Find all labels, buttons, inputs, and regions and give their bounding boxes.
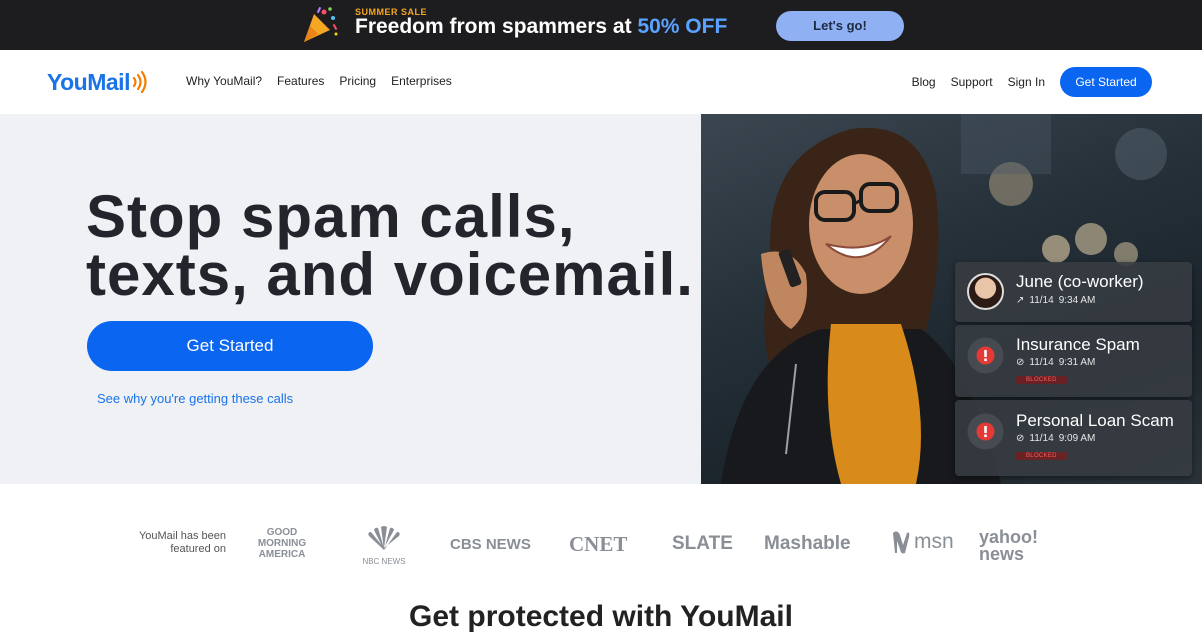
press-label: YouMail has been featured on — [130, 530, 226, 556]
call-card-time: 9:34 AM — [1058, 295, 1096, 306]
call-card-time: 9:31 AM — [1058, 357, 1096, 368]
hero-title-line2: texts, and voicemail. — [86, 241, 694, 308]
warning-icon — [967, 337, 1004, 374]
logo-text: YouMail — [47, 68, 130, 95]
nav-link-enterprises[interactable]: Enterprises — [391, 74, 452, 88]
nav-link-features[interactable]: Features — [277, 74, 324, 88]
promo-title: Freedom from spammers at 50% OFF — [355, 15, 727, 39]
nbc-news-text: NBC NEWS — [362, 557, 406, 566]
promo-button[interactable]: Let's go! — [776, 11, 904, 41]
call-card-date: 11/14 — [1029, 295, 1054, 306]
sound-waves-icon — [132, 70, 147, 94]
msn-text: msn — [914, 530, 954, 553]
press-label-line2: featured on — [170, 543, 226, 555]
logo-cbs-news: CBS NEWS — [450, 536, 531, 553]
logo-good-morning-america: GOOD MORNING AMERICA — [257, 527, 307, 560]
call-card-personal-loan-scam: Personal Loan Scam ⊘ 11/14 9:09 AM BLOCK… — [955, 400, 1192, 476]
call-card-name: Personal Loan Scam — [1016, 411, 1174, 430]
nav-link-pricing[interactable]: Pricing — [339, 74, 376, 88]
nav-links: Why YouMail? Features Pricing Enterprise… — [186, 74, 452, 88]
call-card-meta: ↗ 11/14 9:34 AM — [1016, 295, 1095, 306]
see-why-link[interactable]: See why you're getting these calls — [97, 391, 293, 406]
call-card-insurance-spam: Insurance Spam ⊘ 11/14 9:31 AM BLOCKED — [955, 325, 1192, 397]
promo-title-highlight: 50% OFF — [637, 15, 728, 38]
call-card-meta: ⊘ 11/14 9:31 AM — [1016, 357, 1095, 368]
msn-butterfly-icon — [893, 531, 910, 554]
nav-link-why-youmail[interactable]: Why YouMail? — [186, 74, 262, 88]
promo-banner: SUMMER SALE Freedom from spammers at 50%… — [0, 0, 1202, 50]
blocked-icon: ⊘ — [1016, 433, 1025, 444]
call-card-name: Insurance Spam — [1016, 335, 1140, 354]
logo-msn: msn — [891, 529, 954, 555]
call-card-date: 11/14 — [1029, 357, 1054, 368]
logo-cnet: CNET — [569, 532, 628, 556]
nav-link-blog[interactable]: Blog — [912, 75, 936, 89]
section-title: Get protected with YouMail — [409, 600, 793, 633]
logo-slate: SLATE — [672, 533, 733, 554]
logo-mashable: Mashable — [764, 533, 851, 554]
hero-title: Stop spam calls, texts, and voicemail. — [86, 183, 694, 308]
logo-nbc-news: NBC NEWS — [358, 526, 410, 566]
call-card-june: June (co-worker) ↗ 11/14 9:34 AM — [955, 262, 1192, 322]
promo-title-main: Freedom from spammers at — [355, 15, 638, 38]
call-card-date: 11/14 — [1029, 433, 1054, 444]
blocked-badge: BLOCKED — [1016, 452, 1067, 460]
warning-icon — [967, 413, 1004, 450]
nav-get-started-button[interactable]: Get Started — [1060, 67, 1152, 97]
hero-get-started-button[interactable]: Get Started — [87, 321, 373, 371]
nav-right: Blog Support Sign In Get Started — [912, 67, 1152, 97]
nav-link-support[interactable]: Support — [951, 75, 993, 89]
call-card-meta: ⊘ 11/14 9:09 AM — [1016, 433, 1095, 444]
hero-title-line1: Stop spam calls, — [86, 183, 576, 250]
call-card-name: June (co-worker) — [1016, 272, 1144, 291]
nbc-peacock-icon — [368, 526, 400, 550]
outgoing-arrow-icon: ↗ — [1016, 295, 1025, 306]
main-nav: YouMail Why YouMail? Features Pricing En… — [0, 50, 1202, 114]
blocked-icon: ⊘ — [1016, 357, 1025, 368]
call-card-time: 9:09 AM — [1058, 433, 1096, 444]
nav-link-sign-in[interactable]: Sign In — [1008, 75, 1045, 89]
party-popper-icon — [304, 6, 338, 42]
logo[interactable]: YouMail — [47, 68, 149, 96]
logo-yahoo-news: yahoo! news — [979, 527, 1039, 564]
blocked-badge: BLOCKED — [1016, 376, 1067, 384]
press-label-line1: YouMail has been — [138, 530, 226, 542]
avatar — [967, 273, 1004, 310]
